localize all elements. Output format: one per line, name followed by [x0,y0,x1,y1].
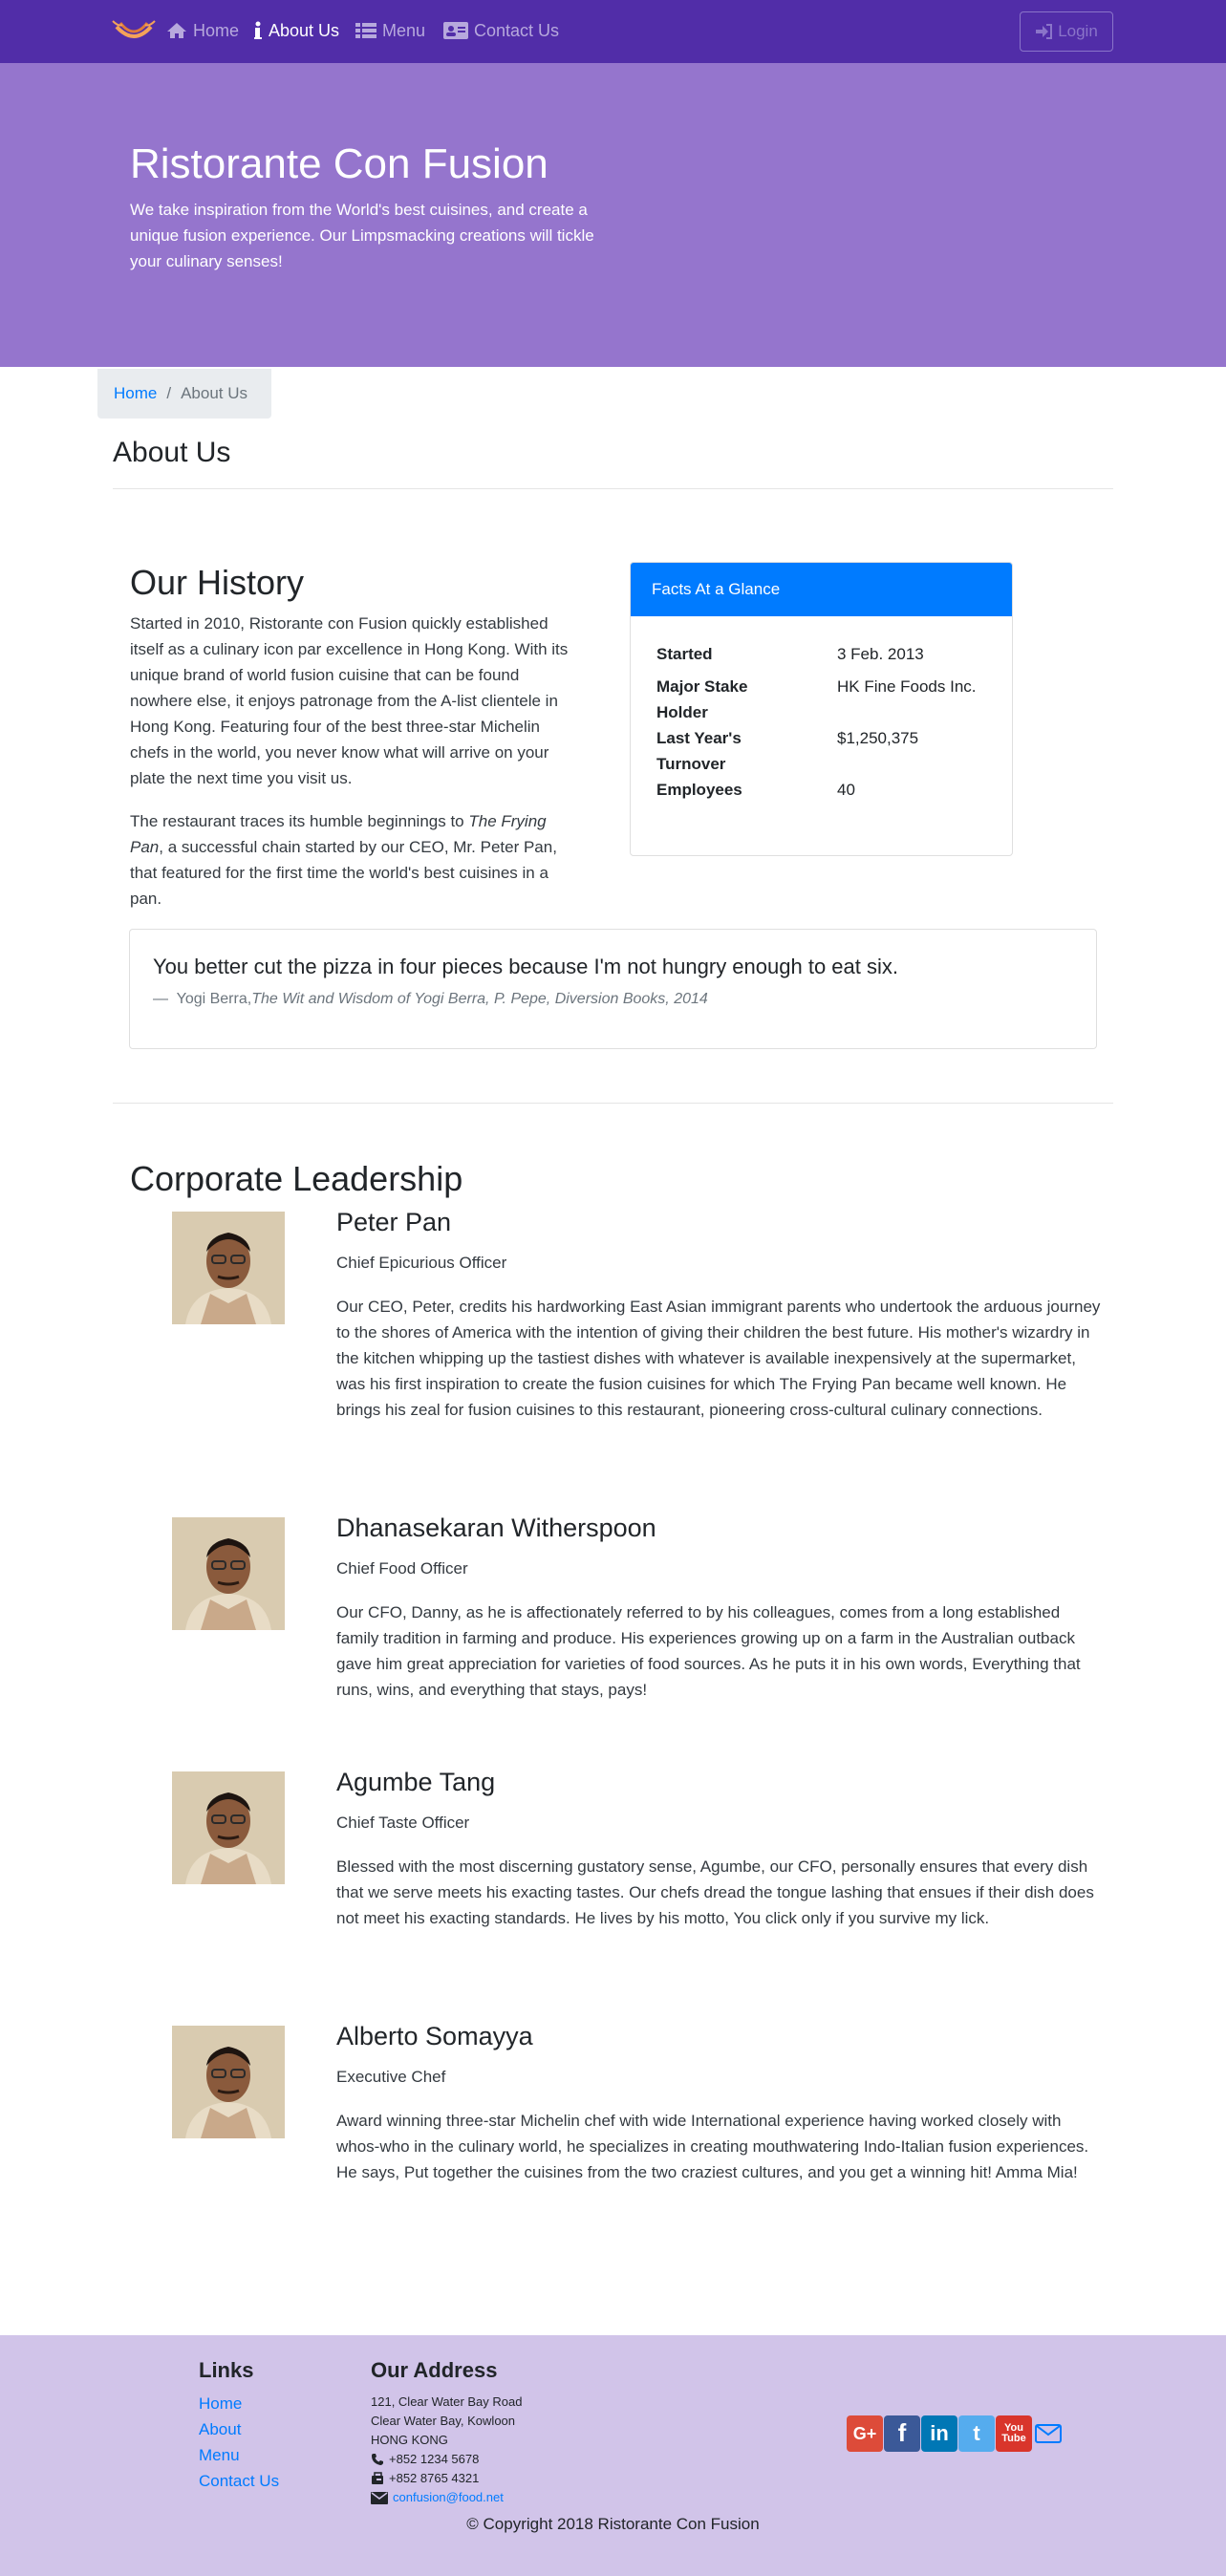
navbar: Home About Us Menu Contact Us Login [0,0,1226,63]
avatar [172,1517,285,1630]
avatar [172,2026,285,2138]
brand-logo[interactable] [111,13,157,48]
linkedin-button[interactable]: in [921,2415,957,2452]
nav-contact[interactable]: Contact Us [443,17,559,44]
fax-number: +852 8765 4321 [389,2471,480,2485]
nav-home[interactable]: Home [166,17,239,44]
list-icon [355,23,376,38]
restaurant-title: Ristorante Con Fusion [130,140,548,187]
history-text: The restaurant traces its humble beginni… [130,812,469,830]
quote-text: You better cut the pizza in four pieces … [153,955,898,978]
phone-icon [372,2454,383,2465]
leader-description: Our CEO, Peter, credits his hardworking … [336,1298,1101,1419]
leadership-heading: Corporate Leadership [130,1159,463,1198]
nav-home-label: Home [193,21,240,40]
quote-author: Yogi Berra, [176,991,252,1007]
leader-role: Chief Food Officer [336,1559,468,1578]
leader-description: Award winning three-star Michelin chef w… [336,2112,1089,2181]
email-link[interactable]: confusion@food.net [393,2488,504,2507]
fax-icon [372,2472,383,2484]
quote-source: The Wit and Wisdom of Yogi Berra, P. Pep… [251,991,708,1007]
fact-term-started: Started [656,645,713,663]
quote-dash: — [153,991,168,1007]
footer: Links Home About Menu Contact Us Our Add… [0,2335,1226,2576]
footer-phone: +852 1234 5678 [371,2450,479,2469]
envelope-icon [1035,2424,1062,2443]
youtube-icon: You Tube [1001,2422,1026,2444]
info-icon [254,21,262,39]
login-button[interactable]: Login [1020,11,1113,52]
history-paragraph-1: Started in 2010, Ristorante con Fusion q… [130,614,569,787]
footer-links-heading: Links [199,2358,254,2382]
leader-description: Blessed with the most discerning gustato… [336,1857,1094,1927]
facebook-icon: f [897,2418,907,2448]
divider [113,1103,1113,1104]
leader-name: Dhanasekaran Witherspoon [336,1513,656,1542]
address-line: HONG KONG [371,2433,448,2447]
quote-card: You better cut the pizza in four pieces … [129,929,1097,1049]
leader-role: Executive Chef [336,2068,446,2086]
address-line: Clear Water Bay, Kowloon [371,2414,516,2428]
breadcrumb-separator: / [166,384,172,403]
leader-description: Our CFO, Danny, as he is affectionately … [336,1603,1081,1699]
fact-value-stakeholder: HK Fine Foods Inc. [837,677,977,696]
facts-card-header: Facts At a Glance [631,563,1012,616]
footer-link-menu[interactable]: Menu [199,2442,240,2468]
breadcrumb-home[interactable]: Home [114,380,157,406]
avatar [172,1212,285,1324]
fact-value-employees: 40 [837,781,855,799]
breadcrumb-current: About Us [181,384,248,403]
facts-card: Facts At a Glance Started 3 Feb. 2013 Ma… [630,562,1013,856]
facebook-button[interactable]: f [884,2415,920,2452]
fact-term-employees: Employees [656,781,742,799]
home-icon [167,23,186,38]
footer-address-heading: Our Address [371,2358,498,2382]
divider [113,488,1113,489]
youtube-button[interactable]: You Tube [996,2415,1032,2452]
footer-link-home[interactable]: Home [199,2391,242,2416]
footer-fax: +852 8765 4321 [371,2469,479,2488]
leader-role: Chief Taste Officer [336,1814,470,1832]
email-button[interactable] [1033,2419,1064,2448]
fact-value-started: 3 Feb. 2013 [837,645,924,663]
footer-link-about[interactable]: About [199,2416,241,2442]
phone-number: +852 1234 5678 [389,2452,480,2466]
google-plus-icon: G+ [852,2423,877,2443]
envelope-icon [371,2491,388,2504]
address-line: 121, Clear Water Bay Road [371,2394,523,2409]
history-text: , a successful chain started by our CEO,… [130,838,557,908]
avatar [172,1771,285,1884]
leader-name: Alberto Somayya [336,2022,533,2050]
footer-email: confusion@food.net [371,2488,504,2507]
fact-term-stakeholder: Major Stake Holder [656,677,748,721]
breadcrumb: Home / About Us [97,369,271,419]
nav-contact-label: Contact Us [474,21,560,40]
login-label: Login [1058,22,1098,41]
leader-role: Chief Epicurious Officer [336,1254,507,1272]
nav-menu[interactable]: Menu [355,17,425,44]
quote-attribution: — Yogi Berra,The Wit and Wisdom of Yogi … [153,987,708,1012]
restaurant-tagline: We take inspiration from the World's bes… [130,201,594,270]
fact-value-turnover: $1,250,375 [837,729,919,747]
fact-term-turnover: Last Year's Turnover [656,729,742,773]
linkedin-icon: in [930,2421,949,2446]
footer-link-contact[interactable]: Contact Us [199,2468,279,2494]
address-card-icon [443,22,468,39]
copyright: © Copyright 2018 Ristorante Con Fusion [466,2515,760,2533]
history-paragraph-2: The restaurant traces its humble beginni… [130,808,579,912]
twitter-icon: t [973,2421,980,2446]
page-title: About Us [113,437,231,468]
twitter-button[interactable]: t [958,2415,995,2452]
google-plus-button[interactable]: G+ [847,2415,883,2452]
nav-menu-label: Menu [382,21,426,40]
leader-name: Peter Pan [336,1208,452,1236]
leader-name: Agumbe Tang [336,1768,496,1796]
jumbotron: Ristorante Con Fusion We take inspiratio… [0,63,1226,367]
nav-about[interactable]: About Us [253,17,339,44]
history-heading: Our History [130,563,305,602]
sign-in-icon [1036,24,1053,39]
nav-about-label: About Us [269,21,340,40]
